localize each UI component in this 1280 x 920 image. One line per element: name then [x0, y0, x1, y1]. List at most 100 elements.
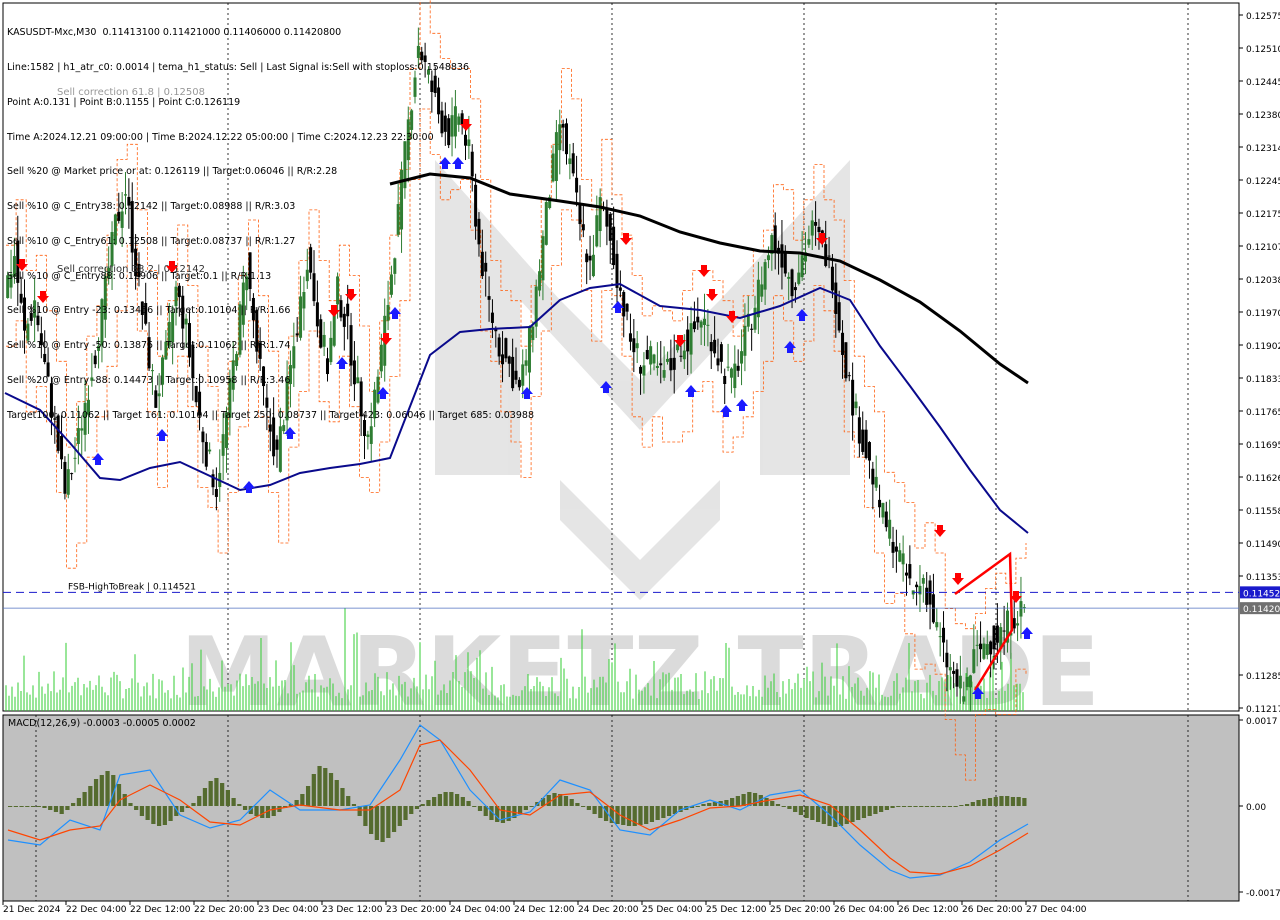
macd-bar [930, 806, 935, 807]
candle-body [918, 585, 922, 595]
macd-tick-label: 0.00 [1246, 803, 1266, 813]
candle-body [692, 321, 696, 330]
candle-body [814, 222, 818, 226]
macd-bar [460, 797, 465, 806]
candle-body [554, 132, 558, 182]
candle-body [857, 417, 861, 444]
macd-bar [323, 768, 328, 806]
macd-bar [168, 806, 173, 821]
macd-bar [987, 798, 993, 806]
candle-body [945, 652, 949, 668]
time-tick-label: 25 Dec 20:00 [770, 905, 831, 915]
candle-body [904, 572, 908, 576]
candle-body [639, 366, 643, 374]
candle-body [60, 436, 64, 460]
macd-bar [145, 806, 150, 820]
candle-body [591, 254, 595, 277]
macd-bar [626, 806, 632, 826]
macd-bar [730, 798, 735, 806]
macd-bar [426, 800, 431, 806]
macd-bar [592, 806, 597, 814]
candle-body [743, 325, 747, 356]
time-tick-label: 23 Dec 04:00 [258, 905, 319, 915]
candle-body [63, 461, 67, 494]
macd-bar [655, 806, 660, 820]
macd-bar [861, 806, 867, 818]
macd-bar [105, 771, 110, 806]
candle-body [834, 282, 838, 314]
candle-body [952, 670, 956, 674]
macd-bar [437, 794, 443, 806]
price-tick-label: 0.12107 [1246, 243, 1280, 253]
macd-bar [884, 806, 889, 810]
macd-bar [414, 806, 420, 809]
macd-bar [666, 806, 672, 816]
candle-body [662, 370, 666, 378]
macd-bar [466, 801, 471, 806]
macd-bar [271, 806, 276, 816]
candle-body [891, 541, 895, 553]
info-line: Sell %10 @ Entry -50: 0.13875 || Target:… [7, 340, 291, 352]
macd-bar [409, 806, 414, 814]
candle-body [366, 434, 370, 437]
macd-bar [575, 803, 580, 806]
macd-bar [924, 806, 930, 807]
macd-label: MACD(12,26,9) -0.0003 -0.0005 0.0002 [8, 718, 196, 729]
macd-bar [586, 806, 591, 810]
macd-bar [25, 806, 30, 807]
macd-bar [523, 806, 528, 810]
candle-body [766, 255, 770, 261]
macd-bar [128, 803, 133, 806]
macd-bar [214, 778, 219, 806]
info-line: Sell %10 @ C_Entry88: 0.12906 || Target:… [7, 270, 272, 282]
candle-body [874, 476, 878, 488]
candle-body [787, 276, 791, 279]
candle-body [70, 473, 74, 475]
candle-body [679, 355, 683, 357]
candle-body [66, 469, 70, 495]
candle-body [595, 215, 599, 247]
price-tick-label: 0.11695 [1246, 441, 1280, 451]
price-tick-label: 0.11902 [1246, 342, 1280, 352]
macd-bar [231, 798, 236, 806]
candle-body [1019, 601, 1023, 617]
macd-bar [993, 797, 998, 806]
time-tick-label: 22 Dec 20:00 [194, 905, 255, 915]
candle-body [740, 351, 744, 364]
candle-body [1016, 623, 1020, 626]
macd-bar [260, 806, 265, 818]
candle-body [827, 255, 831, 257]
macd-bar [953, 806, 958, 807]
macd-bar [752, 793, 758, 806]
candle-body [995, 625, 999, 643]
macd-bar [707, 803, 712, 806]
time-tick-label: 25 Dec 04:00 [642, 905, 703, 915]
candle-body [894, 546, 898, 552]
candle-body [73, 457, 77, 459]
macd-bar [134, 806, 139, 810]
macd-bar [1016, 797, 1021, 806]
time-tick-label: 26 Dec 20:00 [962, 905, 1023, 915]
macd-bar [907, 806, 912, 807]
candle-body [706, 324, 710, 326]
macd-bar [472, 806, 477, 807]
candle-body [575, 177, 579, 193]
candle-body [915, 584, 919, 588]
info-line: KASUSDT-Mxc,M30 0.11413100 0.11421000 0.… [7, 27, 342, 39]
fsb-label: FSB-HighToBreak | 0.114521 [68, 582, 196, 592]
candle-body [645, 349, 649, 360]
macd-bar [976, 800, 981, 806]
macd-bar [970, 802, 975, 806]
candle-body [955, 669, 959, 687]
candle-body [719, 344, 723, 362]
info-line: Time A:2024.12.21 09:00:00 | Time B:2024… [7, 131, 434, 143]
macd-bar [850, 806, 855, 822]
macd-bar [815, 806, 821, 822]
macd-bar [695, 806, 700, 807]
macd-bar [71, 803, 76, 806]
macd-bar [19, 806, 24, 807]
candle-body [760, 284, 764, 297]
macd-bar [305, 786, 311, 806]
macd-bar [151, 806, 156, 824]
candle-body [938, 636, 942, 638]
